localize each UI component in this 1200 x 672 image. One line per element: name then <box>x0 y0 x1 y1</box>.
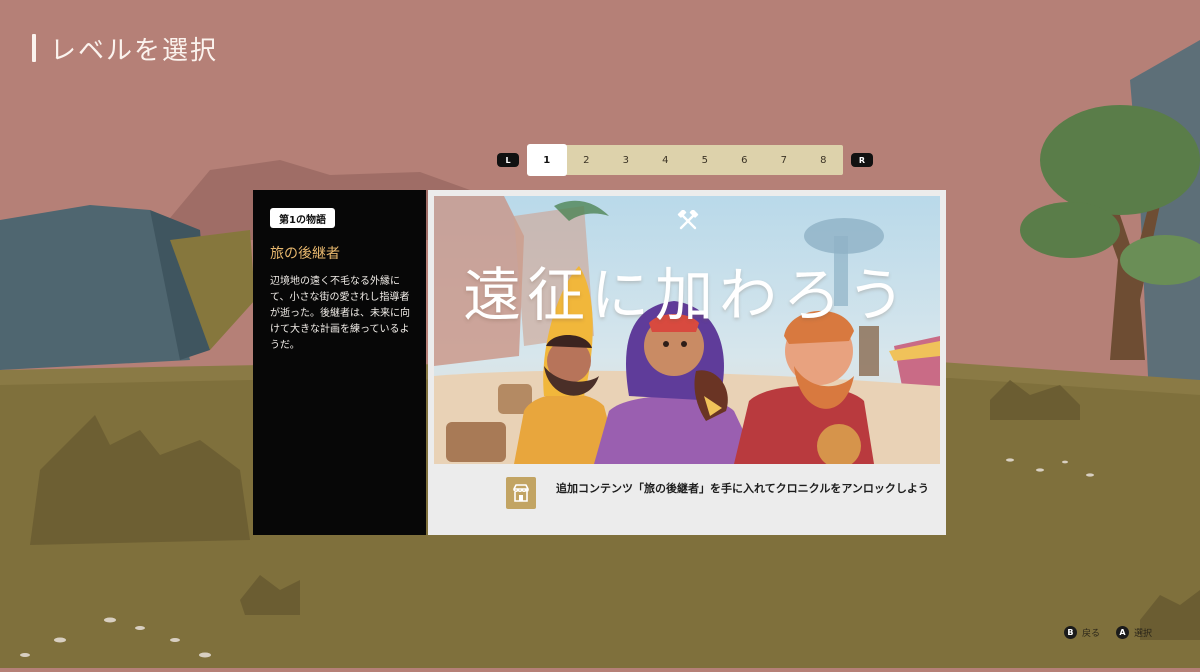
level-tab-bar: L 1 2 3 4 5 6 7 8 R <box>497 144 873 176</box>
l-shoulder-button[interactable]: L <box>497 153 519 167</box>
b-button-icon: B <box>1063 626 1077 639</box>
screen-header: レベルを選択 <box>32 28 218 68</box>
store-icon <box>506 477 536 509</box>
tab-level-3[interactable]: 3 <box>606 145 646 175</box>
back-label: 戻る <box>1081 629 1100 639</box>
tab-level-7[interactable]: 7 <box>764 145 804 175</box>
key-art: 遠征に加わろう <box>434 196 940 464</box>
screen-title: レベルを選択 <box>50 35 219 66</box>
chapter-badge: 第1の物語 <box>270 208 335 228</box>
tab-level-2[interactable]: 2 <box>567 145 607 175</box>
select-hint[interactable]: A 選択 <box>1115 626 1152 639</box>
back-hint[interactable]: B 戻る <box>1063 626 1100 639</box>
a-button-icon: A <box>1115 626 1129 639</box>
title-accent-bar <box>32 34 36 62</box>
tab-level-1[interactable]: 1 <box>527 144 567 176</box>
tab-level-5[interactable]: 5 <box>685 145 725 175</box>
story-info-panel: 第1の物語 旅の後継者 辺境地の遠く不毛なる外縁にて、小さな街の愛されし指導者が… <box>253 190 426 535</box>
button-hints: B 戻る A 選択 <box>1054 626 1152 639</box>
tab-level-8[interactable]: 8 <box>804 145 844 175</box>
select-label: 選択 <box>1133 629 1152 639</box>
level-tab-strip: 1 2 3 4 5 6 7 8 <box>527 144 844 176</box>
crossed-hammers-icon <box>677 210 699 232</box>
dlc-headline: 遠征に加わろう <box>462 261 911 329</box>
story-description: 辺境地の遠く不毛なる外縁にて、小さな街の愛されし指導者が逝った。後継者は、未来に… <box>270 276 410 351</box>
tab-level-6[interactable]: 6 <box>725 145 765 175</box>
dlc-promo-card[interactable]: 遠征に加わろう 追加コンテンツ「旅の後継者」を手に入れてクロニクルをアンロックし… <box>428 190 946 535</box>
story-title: 旅の後継者 <box>270 246 340 262</box>
unlock-message: 追加コンテンツ「旅の後継者」を手に入れてクロニクルをアンロックしよう <box>556 482 929 495</box>
tab-level-4[interactable]: 4 <box>646 145 686 175</box>
r-shoulder-button[interactable]: R <box>851 153 873 167</box>
